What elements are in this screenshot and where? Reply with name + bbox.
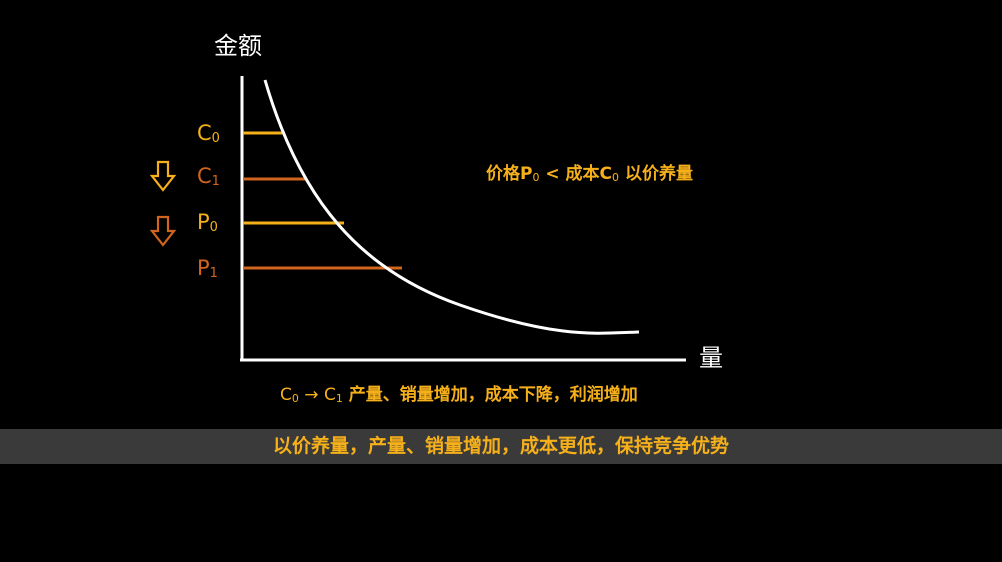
cost-curve-diagram <box>240 76 686 362</box>
down-arrow-icon <box>150 160 176 192</box>
tick-label-p1: P1 <box>197 256 218 281</box>
cost-change-summary: C0 → C1 产量、销量增加，成本下降，利润增加 <box>280 385 638 405</box>
tick-label-c1: C1 <box>197 164 220 189</box>
average-cost-curve <box>263 79 640 335</box>
subtitle-text: 以价养量，产量、销量增加，成本更低，保持竞争优势 <box>272 435 729 457</box>
tick-label-p0: P0 <box>197 210 218 235</box>
down-arrow-icon <box>150 215 176 247</box>
y-axis-label: 金额 <box>214 32 262 60</box>
tick-label-c0: C0 <box>197 121 220 146</box>
price-cost-note: 价格P0 < 成本C0 以价养量 <box>486 164 693 184</box>
x-axis-label: 量 <box>699 344 723 372</box>
